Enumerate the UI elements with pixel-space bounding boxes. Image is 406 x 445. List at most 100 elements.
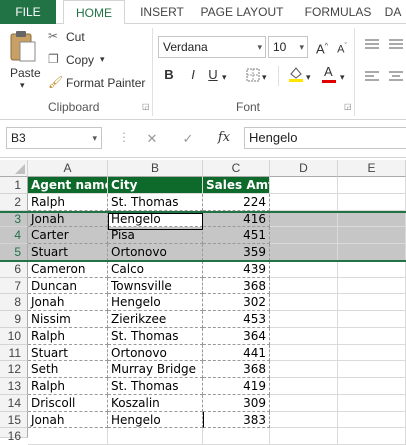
chevron-down-icon[interactable]: ▾ [100, 54, 105, 65]
row-header[interactable]: 15 [0, 411, 28, 429]
table-cell[interactable] [270, 260, 338, 278]
table-cell[interactable]: Seth [28, 361, 108, 378]
column-header-d[interactable]: D [270, 160, 338, 177]
table-cell[interactable] [338, 411, 406, 429]
column-header-a[interactable]: A [28, 160, 108, 177]
align-left-icon[interactable] [364, 70, 380, 82]
table-cell[interactable] [203, 428, 270, 445]
italic-button[interactable]: I [186, 66, 200, 84]
format-painter-button[interactable]: 🖌 Format Painter [48, 74, 148, 92]
table-cell[interactable]: 383 [203, 411, 270, 429]
table-header-cell[interactable]: City [108, 177, 203, 194]
font-size-dropdown[interactable]: 10 ▾ [268, 36, 308, 58]
table-cell[interactable] [270, 227, 338, 244]
table-cell[interactable] [338, 277, 406, 295]
table-cell[interactable] [270, 394, 338, 412]
table-cell[interactable] [270, 177, 338, 194]
bold-button[interactable]: B [162, 66, 176, 84]
table-cell[interactable]: 419 [203, 378, 270, 395]
table-cell[interactable]: Hengelo [108, 411, 203, 429]
table-cell[interactable]: Nissim [28, 311, 108, 328]
table-cell[interactable]: Carter [28, 227, 108, 244]
dialog-launcher-icon[interactable]: ◲ [142, 102, 150, 111]
tab-file[interactable]: FILE [0, 0, 56, 24]
table-cell[interactable] [338, 327, 406, 345]
row-header[interactable]: 5 [0, 244, 28, 261]
decrease-font-size-icon[interactable]: Aˇ [334, 38, 350, 59]
table-cell[interactable] [270, 311, 338, 328]
table-cell[interactable]: 451 [203, 227, 270, 244]
table-cell[interactable]: 364 [203, 327, 270, 345]
table-cell[interactable]: Driscoll [28, 394, 108, 412]
table-cell[interactable] [338, 361, 406, 378]
tab-insert[interactable]: INSERT [134, 0, 190, 24]
table-cell[interactable]: Townsville [108, 277, 203, 295]
chevron-down-icon[interactable]: ▾ [306, 68, 311, 86]
table-cell[interactable] [270, 378, 338, 395]
row-header[interactable]: 7 [0, 277, 28, 295]
tab-page-layout[interactable]: PAGE LAYOUT [196, 0, 288, 24]
dialog-launcher-icon[interactable]: ◲ [344, 102, 352, 111]
font-name-dropdown[interactable]: Verdana ▾ [158, 36, 266, 58]
row-header[interactable]: 8 [0, 294, 28, 311]
row-header[interactable]: 12 [0, 361, 28, 378]
table-cell[interactable]: Jonah [28, 210, 108, 228]
table-cell[interactable] [338, 394, 406, 412]
insert-function-icon[interactable]: fx [216, 129, 232, 147]
row-header[interactable]: 11 [0, 344, 28, 362]
table-cell[interactable] [338, 428, 406, 445]
table-cell[interactable]: Stuart [28, 244, 108, 261]
table-cell[interactable] [338, 210, 406, 228]
table-cell[interactable]: 368 [203, 361, 270, 378]
chevron-down-icon[interactable]: ▾ [222, 68, 227, 86]
table-cell[interactable]: Calco [108, 260, 203, 278]
table-header-cell[interactable]: Sales Amt [203, 177, 270, 194]
table-cell[interactable] [338, 260, 406, 278]
font-color-icon[interactable]: A [322, 64, 336, 84]
row-header[interactable]: 9 [0, 311, 28, 328]
column-header-c[interactable]: C [203, 160, 270, 177]
table-cell[interactable] [270, 361, 338, 378]
table-cell[interactable] [338, 193, 406, 211]
table-cell[interactable]: 368 [203, 277, 270, 295]
table-cell[interactable]: St. Thomas [108, 193, 203, 211]
top-align-icon[interactable] [364, 38, 380, 50]
table-cell[interactable] [270, 428, 338, 445]
table-cell[interactable] [108, 428, 203, 445]
table-cell[interactable] [338, 244, 406, 261]
formula-input[interactable]: Hengelo [244, 127, 406, 149]
chevron-down-icon[interactable]: ▾ [262, 68, 267, 86]
table-header-cell[interactable]: Agent name [28, 177, 108, 194]
row-header[interactable]: 2 [0, 193, 28, 211]
name-box[interactable]: B3 ▾ [6, 127, 102, 149]
table-cell[interactable]: Pisa [108, 227, 203, 244]
copy-button[interactable]: ❐ Copy ▾ [48, 51, 118, 69]
table-cell[interactable] [270, 193, 338, 211]
table-cell[interactable]: Koszalin [108, 394, 203, 412]
table-cell[interactable] [28, 428, 108, 445]
column-header-e[interactable]: E [338, 160, 406, 177]
row-header[interactable]: 4 [0, 227, 28, 244]
table-cell[interactable] [338, 378, 406, 395]
table-cell[interactable]: Hengelo [108, 210, 203, 228]
table-cell[interactable]: St. Thomas [108, 327, 203, 345]
tab-data[interactable]: DA [380, 0, 406, 24]
row-header[interactable]: 1 [0, 177, 28, 194]
table-cell[interactable]: Hengelo [108, 294, 203, 311]
tab-formulas[interactable]: FORMULAS [298, 0, 378, 24]
row-header[interactable]: 6 [0, 260, 28, 278]
table-cell[interactable]: St. Thomas [108, 378, 203, 395]
table-cell[interactable] [338, 177, 406, 194]
table-cell[interactable] [338, 227, 406, 244]
middle-align-icon[interactable] [388, 38, 404, 50]
table-cell[interactable]: 359 [203, 244, 270, 261]
chevron-down-icon[interactable]: ▾ [20, 80, 25, 91]
row-header[interactable]: 13 [0, 378, 28, 395]
table-cell[interactable] [270, 210, 338, 228]
table-cell[interactable]: 309 [203, 394, 270, 412]
table-cell[interactable] [270, 294, 338, 311]
table-cell[interactable] [270, 244, 338, 261]
tab-home[interactable]: HOME [63, 0, 125, 27]
table-cell[interactable]: 416 [203, 210, 270, 228]
table-cell[interactable]: Cameron [28, 260, 108, 278]
